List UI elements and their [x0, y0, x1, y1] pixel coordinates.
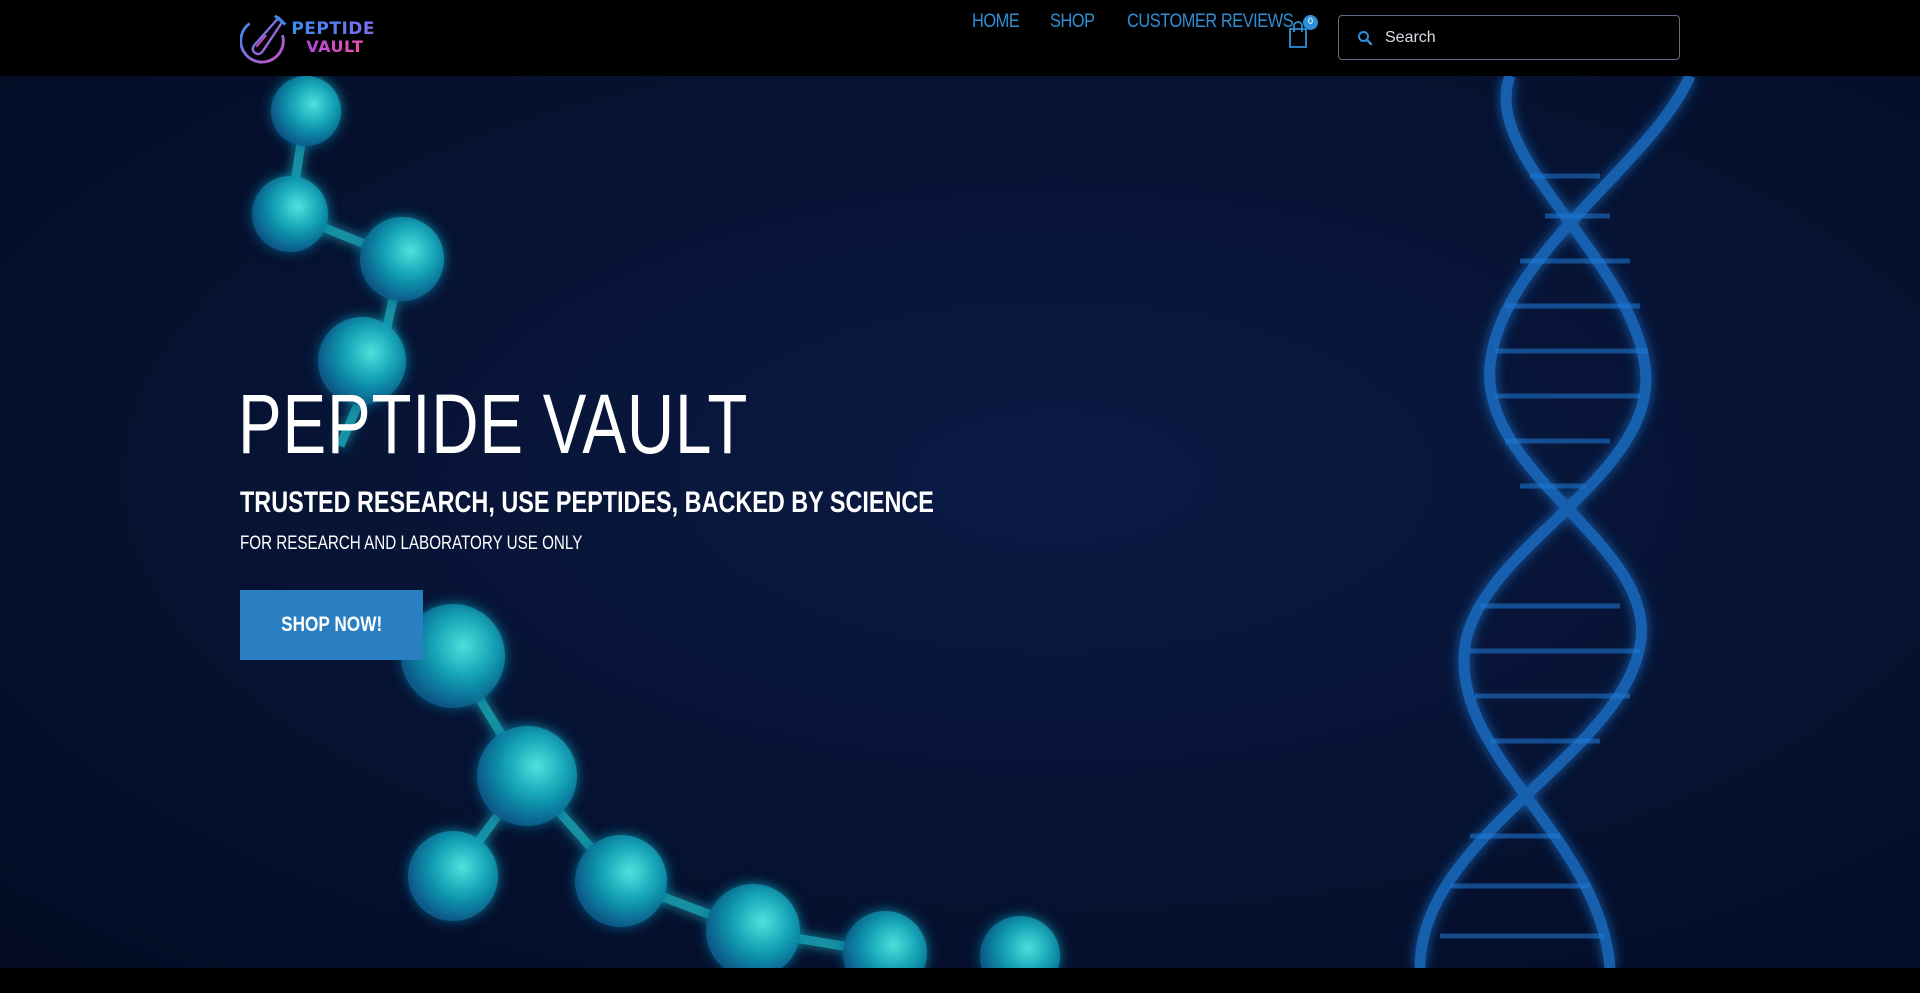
search-icon[interactable]: [1357, 30, 1373, 46]
search-box: [1338, 15, 1680, 60]
shop-now-button[interactable]: SHOP NOW!: [240, 590, 423, 660]
shop-now-label: SHOP NOW!: [280, 613, 383, 636]
hero-title: PEPTIDE VAULT: [238, 377, 749, 471]
nav-shop[interactable]: SHOP: [1050, 11, 1095, 33]
cart-count-badge: 0: [1303, 15, 1318, 30]
test-tube-icon: [240, 14, 287, 64]
hero-disclaimer: FOR RESEARCH AND LABORATORY USE ONLY: [240, 533, 583, 554]
logo-line-2: VAULT: [306, 39, 375, 55]
logo-line-1: PEPTIDE: [291, 19, 375, 39]
search-input[interactable]: [1385, 28, 1665, 47]
nav-customer-reviews[interactable]: CUSTOMER REVIEWS: [1127, 11, 1294, 33]
site-header: PEPTIDE VAULT HOME SHOP CUSTOMER REVIEWS…: [0, 0, 1920, 76]
bottom-strip: [0, 968, 1920, 993]
hero-section: [0, 76, 1920, 968]
hero-subtitle: TRUSTED RESEARCH, USE PEPTIDES, BACKED B…: [240, 486, 934, 519]
nav-home[interactable]: HOME: [972, 11, 1020, 33]
brand-logo[interactable]: PEPTIDE VAULT: [240, 11, 375, 65]
molecule-dna-background: [252, 76, 1696, 968]
